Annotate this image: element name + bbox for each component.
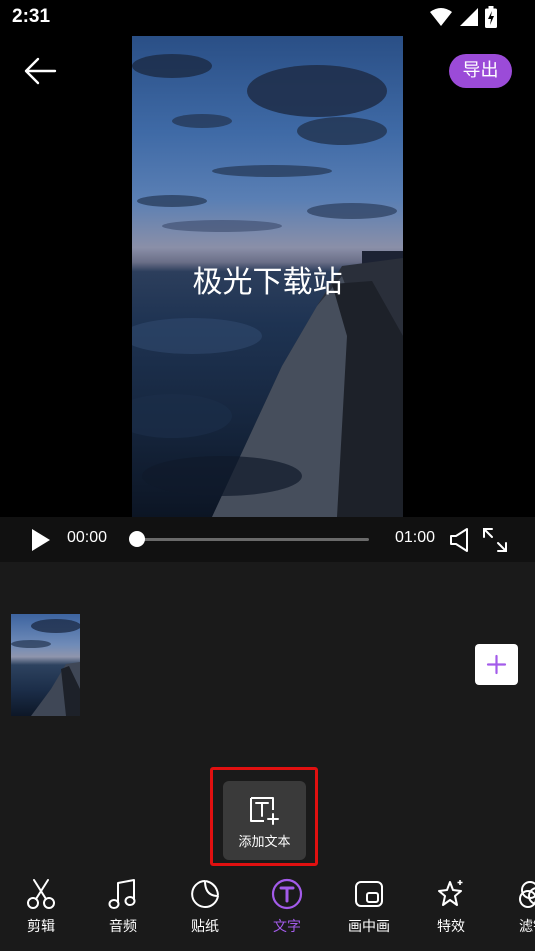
video-preview: 极光下载站 导出 bbox=[0, 36, 535, 517]
clip-thumbnail[interactable] bbox=[11, 614, 80, 716]
export-button[interactable]: 导出 bbox=[449, 54, 512, 88]
play-icon[interactable] bbox=[30, 527, 52, 553]
tool-label: 特效 bbox=[437, 919, 465, 935]
tool-cut[interactable]: 剪辑 bbox=[0, 868, 82, 951]
back-button[interactable] bbox=[22, 56, 58, 86]
battery-charging-icon bbox=[485, 6, 497, 28]
wifi-icon bbox=[430, 8, 452, 26]
video-frame[interactable]: 极光下载站 bbox=[132, 36, 403, 517]
tool-label: 滤镜 bbox=[519, 919, 535, 935]
add-text-icon bbox=[250, 797, 279, 825]
add-text-button[interactable]: 添加文本 bbox=[223, 781, 306, 860]
status-bar: 2:31 bbox=[0, 0, 535, 36]
seek-thumb[interactable] bbox=[129, 531, 145, 547]
fullscreen-icon[interactable] bbox=[482, 527, 508, 553]
tool-label: 贴纸 bbox=[191, 919, 219, 935]
scissors-icon bbox=[27, 879, 55, 909]
signal-icon bbox=[460, 8, 478, 26]
volume-icon[interactable] bbox=[449, 527, 471, 553]
text-icon bbox=[271, 878, 303, 910]
sticker-icon bbox=[191, 880, 219, 908]
add-clip-button[interactable] bbox=[475, 644, 518, 685]
tool-effects[interactable]: 特效 bbox=[410, 868, 492, 951]
tool-label: 文字 bbox=[273, 919, 301, 935]
player-controls: 00:00 01:00 bbox=[0, 517, 535, 562]
tool-pip[interactable]: 画中画 bbox=[328, 868, 410, 951]
music-note-icon bbox=[108, 879, 136, 909]
arrow-left-icon bbox=[24, 57, 57, 85]
add-text-label: 添加文本 bbox=[238, 835, 291, 850]
current-time: 00:00 bbox=[67, 529, 108, 546]
picture-in-picture-icon bbox=[355, 881, 383, 907]
duration-time: 01:00 bbox=[395, 529, 436, 546]
timeline bbox=[0, 562, 535, 767]
tool-sticker[interactable]: 贴纸 bbox=[164, 868, 246, 951]
bottom-toolbar: 剪辑 音频 贴纸 文字 画中画 特效 滤镜 bbox=[0, 868, 535, 951]
status-icons bbox=[429, 6, 497, 28]
clip-scene bbox=[11, 619, 80, 716]
status-time: 2:31 bbox=[12, 6, 51, 27]
overlay-text[interactable]: 极光下载站 bbox=[132, 257, 403, 301]
tool-label: 画中画 bbox=[348, 919, 390, 935]
sparkle-icon bbox=[438, 880, 463, 906]
plus-icon bbox=[486, 654, 507, 675]
tool-label: 音频 bbox=[109, 919, 137, 935]
tool-audio[interactable]: 音频 bbox=[82, 868, 164, 951]
seek-track[interactable] bbox=[137, 538, 369, 541]
tool-text[interactable]: 文字 bbox=[246, 868, 328, 951]
tool-filter[interactable]: 滤镜 bbox=[492, 868, 535, 951]
filter-icon bbox=[519, 881, 535, 908]
tool-label: 剪辑 bbox=[27, 919, 55, 935]
